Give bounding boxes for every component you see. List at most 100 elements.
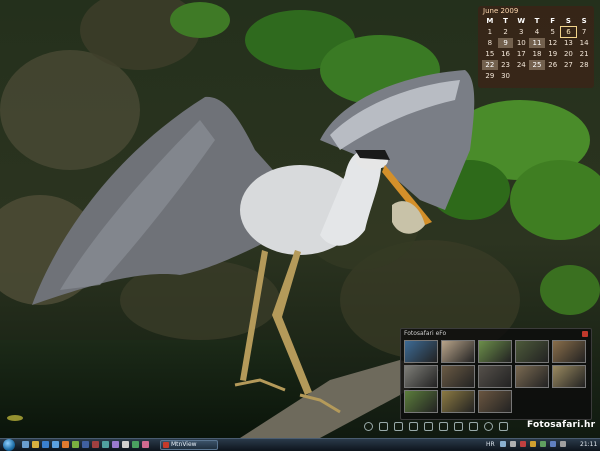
calendar-weekday: M xyxy=(486,17,494,25)
update-icon[interactable] xyxy=(530,441,536,447)
gallery-thumbnail[interactable] xyxy=(441,340,475,363)
calendar-day[interactable]: 12 xyxy=(545,38,561,48)
calendar-empty-cell xyxy=(529,71,545,81)
explorer-icon[interactable] xyxy=(32,441,39,448)
calendar-day[interactable]: 6 xyxy=(559,26,578,38)
calendar-weekday: T xyxy=(534,17,540,25)
gallery-thumbnail[interactable] xyxy=(441,365,475,388)
media-icon[interactable] xyxy=(62,441,69,448)
calendar-month-title: June 2009 xyxy=(483,7,519,15)
calendar-day[interactable]: 11 xyxy=(529,38,545,48)
gallery-thumbnail[interactable] xyxy=(515,340,549,363)
calendar-day[interactable]: 29 xyxy=(482,71,498,81)
list-icon[interactable] xyxy=(409,422,418,431)
calendar-empty-cell xyxy=(545,71,561,81)
close-icon[interactable] xyxy=(582,331,588,337)
calendar-day[interactable]: 2 xyxy=(498,27,514,37)
gallery-thumbnail[interactable] xyxy=(552,340,586,363)
calendar-day[interactable]: 1 xyxy=(482,27,498,37)
calendar-day[interactable]: 17 xyxy=(513,49,529,59)
app-icon[interactable] xyxy=(142,441,149,448)
gallery-thumbnail[interactable] xyxy=(404,340,438,363)
calendar-day[interactable]: 5 xyxy=(545,27,561,37)
app-icon[interactable] xyxy=(72,441,79,448)
calendar-weekday: F xyxy=(550,17,556,25)
gallery-thumbnail[interactable] xyxy=(404,365,438,388)
calendar-day[interactable]: 19 xyxy=(545,49,561,59)
calendar-day[interactable]: 18 xyxy=(529,49,545,59)
calendar-day[interactable]: 27 xyxy=(561,60,577,70)
taskbar-window-button[interactable]: MtnView xyxy=(160,440,218,450)
refresh-icon[interactable] xyxy=(364,422,373,431)
settings-icon[interactable] xyxy=(469,422,478,431)
calendar-grid: M T W T F S S 1 2 3 4 5 6 7 8 9 10 11 12 13 14 15 16 17 18 19 20 21… xyxy=(482,16,592,81)
app-icon[interactable] xyxy=(132,441,139,448)
calendar-day[interactable]: 28 xyxy=(576,60,592,70)
app-icon[interactable] xyxy=(92,441,99,448)
calendar-weekday: W xyxy=(517,17,526,25)
app-icon[interactable] xyxy=(122,441,129,448)
volume-icon[interactable] xyxy=(510,441,516,447)
calendar-day[interactable]: 26 xyxy=(545,60,561,70)
calendar-day[interactable]: 30 xyxy=(498,71,514,81)
folder-icon[interactable] xyxy=(394,422,403,431)
app-tray-icon[interactable] xyxy=(560,441,566,447)
forward-icon[interactable] xyxy=(439,422,448,431)
close-icon[interactable] xyxy=(499,422,508,431)
calendar-weekday: T xyxy=(503,17,508,25)
browser-icon[interactable] xyxy=(42,441,49,448)
info-icon[interactable] xyxy=(484,422,493,431)
start-button[interactable] xyxy=(3,439,15,451)
calendar-day[interactable]: 14 xyxy=(576,38,592,48)
mail-icon[interactable] xyxy=(52,441,59,448)
gallery-thumbnail-grid xyxy=(404,340,588,413)
calendar-day[interactable]: 20 xyxy=(561,49,577,59)
gallery-thumbnail[interactable] xyxy=(478,390,512,413)
calendar-day[interactable]: 16 xyxy=(498,49,514,59)
gallery-thumbnail[interactable] xyxy=(441,390,475,413)
network-icon[interactable] xyxy=(500,441,506,447)
gallery-thumbnail[interactable] xyxy=(404,390,438,413)
calendar-day[interactable]: 3 xyxy=(513,27,529,37)
calendar-day[interactable]: 8 xyxy=(482,38,498,48)
brand-logo-text[interactable]: Fotosafari.hr xyxy=(527,420,595,430)
calendar-day[interactable]: 25 xyxy=(529,60,545,70)
calendar-day[interactable]: 22 xyxy=(482,60,498,70)
gallery-empty-slot xyxy=(515,390,549,413)
app-icon[interactable] xyxy=(102,441,109,448)
calendar-day[interactable]: 21 xyxy=(576,49,592,59)
taskbar-window-label: MtnView xyxy=(171,441,197,448)
photo-gallery-gadget[interactable]: Fotosafari eFo xyxy=(400,328,592,420)
calendar-day[interactable]: 10 xyxy=(513,38,529,48)
calendar-day[interactable]: 4 xyxy=(529,27,545,37)
clock[interactable]: 21:11 xyxy=(580,440,597,450)
gallery-thumbnail[interactable] xyxy=(552,365,586,388)
calendar-gadget[interactable]: June 2009 M T W T F S S 1 2 3 4 5 6 7 8 9 10 11 12 13 14 15 16… xyxy=(478,6,594,88)
calendar-day[interactable]: 7 xyxy=(576,27,592,37)
calendar-day[interactable]: 9 xyxy=(497,38,514,48)
calendar-day[interactable]: 24 xyxy=(513,60,529,70)
home-icon[interactable] xyxy=(379,422,388,431)
language-indicator[interactable]: HR xyxy=(486,440,495,450)
grid-icon[interactable] xyxy=(454,422,463,431)
calendar-empty-cell xyxy=(561,71,577,81)
calendar-day[interactable]: 15 xyxy=(482,49,498,59)
app-tray-icon[interactable] xyxy=(550,441,556,447)
calendar-weekday: S xyxy=(565,17,571,25)
security-icon[interactable] xyxy=(520,441,526,447)
gallery-thumbnail[interactable] xyxy=(478,365,512,388)
calendar-day[interactable]: 13 xyxy=(561,38,577,48)
app-icon[interactable] xyxy=(82,441,89,448)
app-icon[interactable] xyxy=(112,441,119,448)
gallery-empty-slot xyxy=(552,390,586,413)
gallery-title: Fotosafari eFo xyxy=(404,330,447,337)
app-tray-icon[interactable] xyxy=(540,441,546,447)
window-app-icon xyxy=(163,442,169,448)
back-icon[interactable] xyxy=(424,422,433,431)
calendar-day[interactable]: 23 xyxy=(498,60,514,70)
gallery-toolbar: Fotosafari.hr xyxy=(362,420,595,434)
calendar-empty-cell xyxy=(513,71,529,81)
gallery-thumbnail[interactable] xyxy=(478,340,512,363)
desktop-icon[interactable] xyxy=(22,441,29,448)
gallery-thumbnail[interactable] xyxy=(515,365,549,388)
